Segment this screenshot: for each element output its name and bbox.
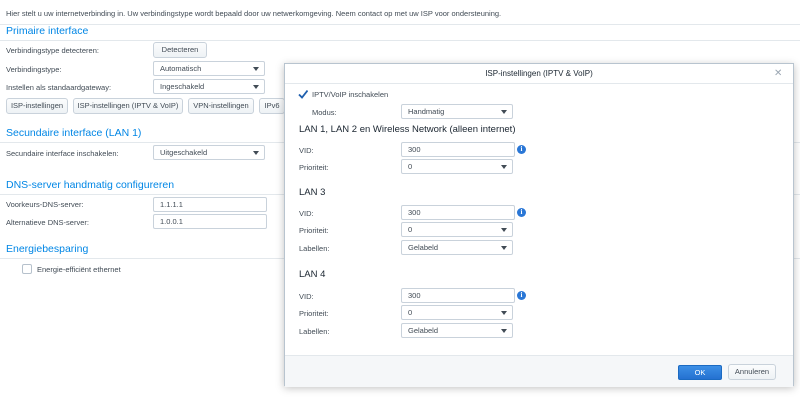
lan3-tag-value: Gelabeld [408,243,439,252]
mode-select[interactable]: Handmatig [401,104,513,119]
chevron-down-icon [501,110,507,114]
chevron-down-icon [253,67,259,71]
ipv6-button[interactable]: IPv6 [259,98,285,114]
checkmark-icon[interactable] [298,89,308,99]
close-icon[interactable]: ✕ [774,68,782,79]
lan4-tag-select[interactable]: Gelabeld [401,323,513,338]
dns-title: DNS-server handmatig configureren [6,179,175,191]
divider [0,24,800,25]
lan3-vid-label: VID: [299,209,314,218]
alternate-dns-input[interactable]: 1.0.0.1 [153,214,267,229]
lan12-priority-value: 0 [408,162,413,171]
mode-value: Handmatig [408,107,445,116]
detect-button[interactable]: Detecteren [153,42,207,58]
secondary-enable-value: Uitgeschakeld [160,148,208,157]
dialog-title: ISP-instellingen (IPTV & VoIP) [485,69,593,78]
chevron-down-icon [501,311,507,315]
primary-interface-title: Primaire interface [6,25,89,37]
ok-button[interactable]: OK [678,365,722,380]
dialog-footer: OK Annuleren [285,355,793,387]
default-gateway-value: Ingeschakeld [160,82,205,91]
vpn-settings-button[interactable]: VPN-instellingen [188,98,254,114]
lan12-priority-select[interactable]: 0 [401,159,513,174]
detect-label: Verbindingstype detecteren: [6,46,99,55]
preferred-dns-input[interactable]: 1.1.1.1 [153,197,267,212]
secondary-interface-title: Secundaire interface (LAN 1) [6,127,142,139]
divider [0,40,800,41]
lan4-tag-label: Labellen: [299,327,330,336]
lan3-tag-label: Labellen: [299,244,330,253]
intro-text: Hier stelt u uw internetverbinding in. U… [6,9,502,18]
secondary-enable-select[interactable]: Uitgeschakeld [153,145,265,160]
default-gateway-select[interactable]: Ingeschakeld [153,79,265,94]
lan4-vid-input[interactable]: 300 [401,288,515,303]
lan4-title: LAN 4 [299,269,326,280]
cancel-button[interactable]: Annuleren [728,364,776,380]
isp-iptv-voip-button[interactable]: ISP-instellingen (IPTV & VoIP) [73,98,183,114]
lan3-vid-input[interactable]: 300 [401,205,515,220]
lan4-priority-label: Prioriteit: [299,309,329,318]
lan3-priority-value: 0 [408,225,413,234]
chevron-down-icon [253,151,259,155]
divider [285,83,793,84]
lan4-priority-select[interactable]: 0 [401,305,513,320]
chevron-down-icon [501,165,507,169]
chevron-down-icon [501,246,507,250]
default-gateway-label: Instellen als standaardgateway: [6,83,112,92]
info-icon[interactable]: i [517,291,526,300]
secondary-enable-label: Secundaire interface inschakelen: [6,149,119,158]
lan3-priority-label: Prioriteit: [299,226,329,235]
chevron-down-icon [501,329,507,333]
info-icon[interactable]: i [517,208,526,217]
lan3-title: LAN 3 [299,187,326,198]
chevron-down-icon [253,85,259,89]
iptv-enable-label: IPTV/VoIP inschakelen [312,90,389,99]
isp-settings-button[interactable]: ISP-instellingen [6,98,68,114]
lan4-vid-label: VID: [299,292,314,301]
lan12-priority-label: Prioriteit: [299,163,329,172]
lan4-tag-value: Gelabeld [408,326,439,335]
eee-checkbox[interactable] [22,264,32,274]
isp-iptv-voip-dialog: ISP-instellingen (IPTV & VoIP) ✕ IPTV/Vo… [284,63,794,387]
eee-label: Energie-efficiënt ethernet [37,265,121,274]
lan3-priority-select[interactable]: 0 [401,222,513,237]
lan12-vid-input[interactable]: 300 [401,142,515,157]
energy-title: Energiebesparing [6,243,89,255]
lan3-tag-select[interactable]: Gelabeld [401,240,513,255]
connection-type-value: Automatisch [160,64,202,73]
connection-type-select[interactable]: Automatisch [153,61,265,76]
mode-label: Modus: [312,108,337,117]
lan12-vid-label: VID: [299,146,314,155]
lan4-priority-value: 0 [408,308,413,317]
connection-type-label: Verbindingstype: [6,65,62,74]
preferred-dns-label: Voorkeurs-DNS-server: [6,200,84,209]
info-icon[interactable]: i [517,145,526,154]
chevron-down-icon [501,228,507,232]
alternate-dns-label: Alternatieve DNS-server: [6,218,89,227]
lan12-title: LAN 1, LAN 2 en Wireless Network (alleen… [299,124,516,135]
